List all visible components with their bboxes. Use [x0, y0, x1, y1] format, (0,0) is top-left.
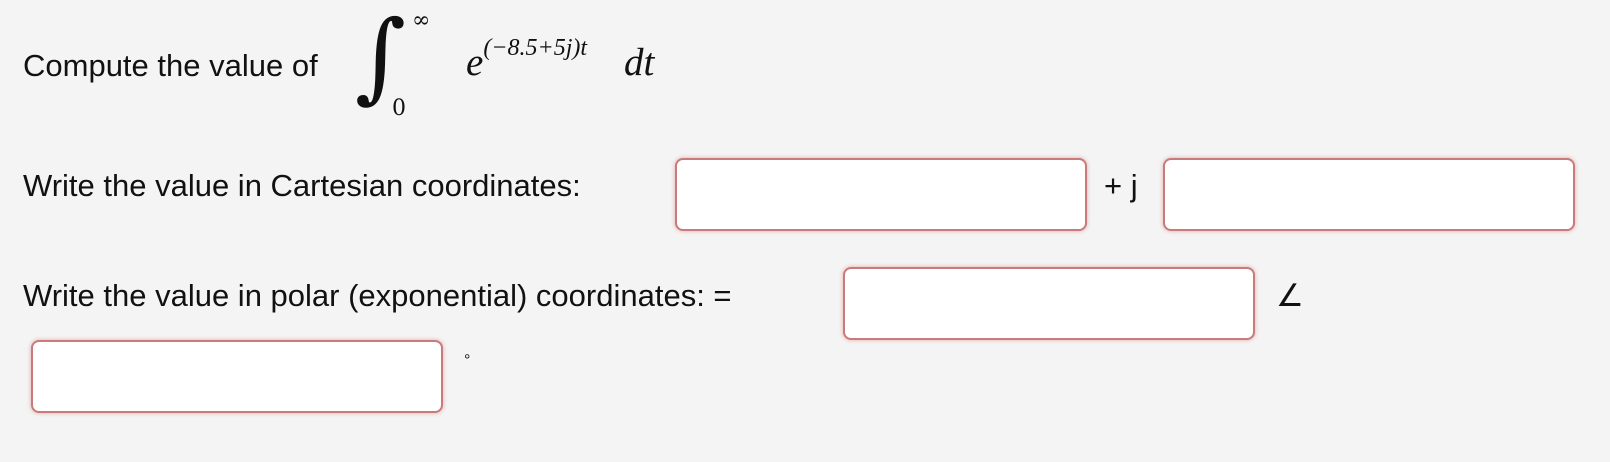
integral-differential: dt: [624, 41, 655, 84]
angle-input[interactable]: [31, 340, 443, 413]
integral-upper-limit: ∞: [412, 8, 431, 33]
imaginary-part-input[interactable]: [1163, 158, 1575, 231]
angle-symbol: ∠: [1276, 278, 1304, 313]
question-prompt: Compute the value of: [23, 48, 318, 83]
cartesian-label: Write the value in Cartesian coordinates…: [23, 168, 581, 203]
magnitude-input[interactable]: [843, 267, 1255, 340]
real-part-input[interactable]: [675, 158, 1087, 231]
imaginary-unit-label: + j: [1104, 168, 1138, 203]
integral-sign: ∫: [355, 0, 407, 114]
integral-lower-limit: 0: [392, 96, 406, 121]
degree-symbol: °: [464, 352, 471, 369]
integrand: e(−8.5+5j)t: [466, 35, 587, 85]
integrand-exponent: (−8.5+5j)t: [483, 35, 588, 61]
integrand-base: e: [466, 41, 484, 84]
polar-label: Write the value in polar (exponential) c…: [23, 278, 732, 313]
